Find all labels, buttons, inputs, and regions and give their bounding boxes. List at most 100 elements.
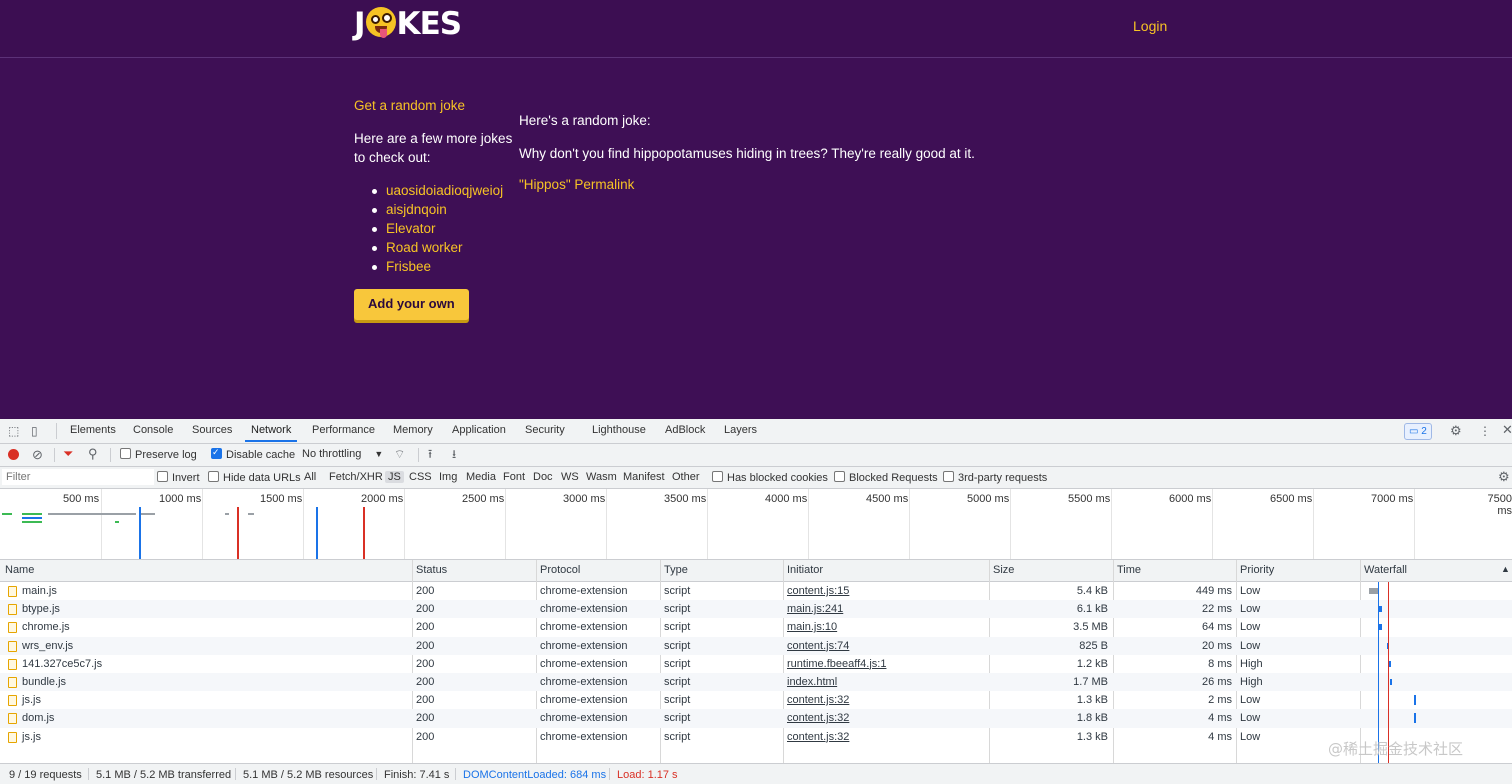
- script-file-icon: [8, 731, 17, 743]
- table-row[interactable]: dom.js 200 chrome-extension script conte…: [0, 709, 1512, 728]
- throttling-select[interactable]: No throttling ▼: [302, 448, 383, 460]
- column-header-protocol[interactable]: Protocol: [540, 564, 580, 576]
- request-status: 200: [416, 621, 435, 634]
- column-header-initiator[interactable]: Initiator: [787, 564, 823, 576]
- settings-gear-icon[interactable]: ⚙: [1450, 424, 1462, 438]
- close-icon[interactable]: ✕: [1502, 423, 1512, 437]
- initiator-text: content.js:15: [787, 585, 850, 597]
- script-file-icon: [8, 604, 17, 616]
- column-header-size[interactable]: Size: [993, 564, 1014, 576]
- tab-application[interactable]: Application: [452, 424, 506, 436]
- request-protocol: chrome-extension: [540, 657, 628, 670]
- column-header-status[interactable]: Status: [416, 564, 447, 576]
- request-initiator-link[interactable]: content.js:15: [787, 585, 849, 597]
- column-header-priority[interactable]: Priority: [1240, 564, 1274, 576]
- request-initiator-link[interactable]: content.js:32: [787, 712, 849, 724]
- jokes-logo[interactable]: J KES: [354, 4, 462, 44]
- waterfall-bar: [1414, 695, 1416, 706]
- table-row[interactable]: js.js 200 chrome-extension script conten…: [0, 691, 1512, 709]
- tab-performance[interactable]: Performance: [312, 424, 375, 436]
- request-size: 3.5 MB: [1073, 621, 1108, 634]
- network-settings-gear-icon[interactable]: ⚙: [1498, 470, 1510, 484]
- table-row[interactable]: 141.327ce5c7.js 200 chrome-extension scr…: [0, 655, 1512, 673]
- has-blocked-cookies-checkbox[interactable]: Has blocked cookies: [712, 471, 828, 484]
- joke-link[interactable]: aisjdnqoin: [386, 202, 447, 217]
- script-file-icon: [8, 695, 17, 707]
- tab-adblock[interactable]: AdBlock: [665, 424, 705, 436]
- filter-type-css[interactable]: CSS: [409, 471, 432, 483]
- request-initiator-link[interactable]: content.js:32: [787, 694, 849, 706]
- tab-sources[interactable]: Sources: [192, 424, 232, 436]
- random-joke-link[interactable]: Get a random joke: [354, 98, 514, 113]
- tab-layers[interactable]: Layers: [724, 424, 757, 436]
- blocked-requests-checkbox[interactable]: Blocked Requests: [834, 471, 938, 484]
- timeline-tick: 7500 ms: [1487, 493, 1512, 517]
- record-icon[interactable]: [8, 449, 19, 460]
- hide-data-urls-checkbox[interactable]: Hide data URLs: [208, 471, 301, 484]
- tab-elements[interactable]: Elements: [70, 424, 116, 436]
- disable-cache-label: Disable cache: [226, 449, 296, 461]
- network-overview[interactable]: 500 ms 1000 ms 1500 ms 2000 ms 2500 ms 3…: [0, 489, 1512, 560]
- issues-badge[interactable]: ▭ 2: [1404, 423, 1432, 440]
- table-row[interactable]: wrs_env.js 200 chrome-extension script c…: [0, 636, 1512, 655]
- filter-type-fetch-xhr[interactable]: Fetch/XHR: [329, 471, 383, 483]
- third-party-checkbox[interactable]: 3rd-party requests: [943, 471, 1047, 484]
- request-type: script: [664, 585, 691, 597]
- filter-type-media[interactable]: Media: [466, 471, 496, 483]
- tab-network[interactable]: Network: [244, 424, 298, 442]
- filter-input[interactable]: [2, 469, 154, 485]
- filter-type-font[interactable]: Font: [503, 471, 525, 483]
- tab-security[interactable]: Security: [525, 424, 565, 436]
- request-initiator-link[interactable]: content.js:32: [787, 731, 849, 743]
- tab-memory[interactable]: Memory: [393, 424, 433, 436]
- joke-link[interactable]: Road worker: [386, 240, 463, 255]
- request-initiator-link[interactable]: main.js:10: [787, 621, 837, 633]
- more-options-icon[interactable]: ⋮: [1479, 424, 1491, 438]
- sort-ascending-icon[interactable]: ▲: [1501, 564, 1510, 574]
- request-initiator-link[interactable]: index.html: [787, 676, 837, 688]
- filter-type-wasm[interactable]: Wasm: [586, 471, 617, 483]
- add-joke-button[interactable]: Add your own: [354, 289, 469, 320]
- inspect-element-icon[interactable]: ⬚: [8, 424, 19, 438]
- request-initiator-link[interactable]: content.js:74: [787, 640, 849, 652]
- login-link[interactable]: Login: [1133, 18, 1167, 34]
- tab-console[interactable]: Console: [133, 424, 173, 436]
- filter-type-img[interactable]: Img: [439, 471, 457, 483]
- table-row[interactable]: js.js 200 chrome-extension script conten…: [0, 728, 1512, 746]
- filter-type-other[interactable]: Other: [672, 471, 700, 483]
- filter-type-js[interactable]: JS: [385, 471, 404, 483]
- joke-link[interactable]: uaosidoiadioqjweioj: [386, 183, 503, 198]
- disable-cache-checkbox[interactable]: Disable cache: [211, 447, 296, 461]
- device-toolbar-icon[interactable]: ▯: [31, 424, 38, 438]
- timeline-tick: 4000 ms: [765, 493, 808, 505]
- filter-type-ws[interactable]: WS: [561, 471, 579, 483]
- joke-permalink[interactable]: "Hippos" Permalink: [519, 177, 634, 192]
- column-header-time[interactable]: Time: [1117, 564, 1141, 576]
- filter-type-all[interactable]: All: [304, 471, 316, 483]
- table-row[interactable]: btype.js 200 chrome-extension script mai…: [0, 600, 1512, 619]
- transferred-size: 5.1 MB / 5.2 MB transferred: [96, 769, 232, 781]
- request-initiator-link[interactable]: runtime.fbeeaff4.js:1: [787, 658, 886, 670]
- invert-label: Invert: [172, 472, 200, 484]
- filter-icon[interactable]: ⏷: [63, 447, 73, 461]
- network-conditions-icon[interactable]: ⌔: [394, 447, 405, 461]
- table-row[interactable]: main.js 200 chrome-extension script cont…: [0, 582, 1512, 600]
- request-initiator-link[interactable]: main.js:241: [787, 603, 843, 615]
- tab-lighthouse[interactable]: Lighthouse: [592, 424, 646, 436]
- preserve-log-checkbox[interactable]: Preserve log: [120, 448, 197, 461]
- table-row[interactable]: bundle.js 200 chrome-extension script in…: [0, 672, 1512, 692]
- joke-link[interactable]: Frisbee: [386, 259, 431, 274]
- table-row[interactable]: chrome.js 200 chrome-extension script ma…: [0, 618, 1512, 636]
- column-header-waterfall[interactable]: Waterfall: [1364, 564, 1407, 576]
- search-icon[interactable]: ⚲: [88, 447, 98, 461]
- filter-type-manifest[interactable]: Manifest: [623, 471, 665, 483]
- import-har-icon[interactable]: ⭱: [428, 447, 432, 461]
- invert-checkbox[interactable]: Invert: [157, 471, 200, 484]
- filter-type-doc[interactable]: Doc: [533, 471, 553, 483]
- request-protocol: chrome-extension: [540, 712, 628, 725]
- export-har-icon[interactable]: ⭳: [452, 447, 456, 461]
- column-header-type[interactable]: Type: [664, 564, 688, 576]
- joke-link[interactable]: Elevator: [386, 221, 436, 236]
- clear-icon[interactable]: ⊘: [32, 448, 43, 462]
- column-header-name[interactable]: Name: [5, 564, 34, 576]
